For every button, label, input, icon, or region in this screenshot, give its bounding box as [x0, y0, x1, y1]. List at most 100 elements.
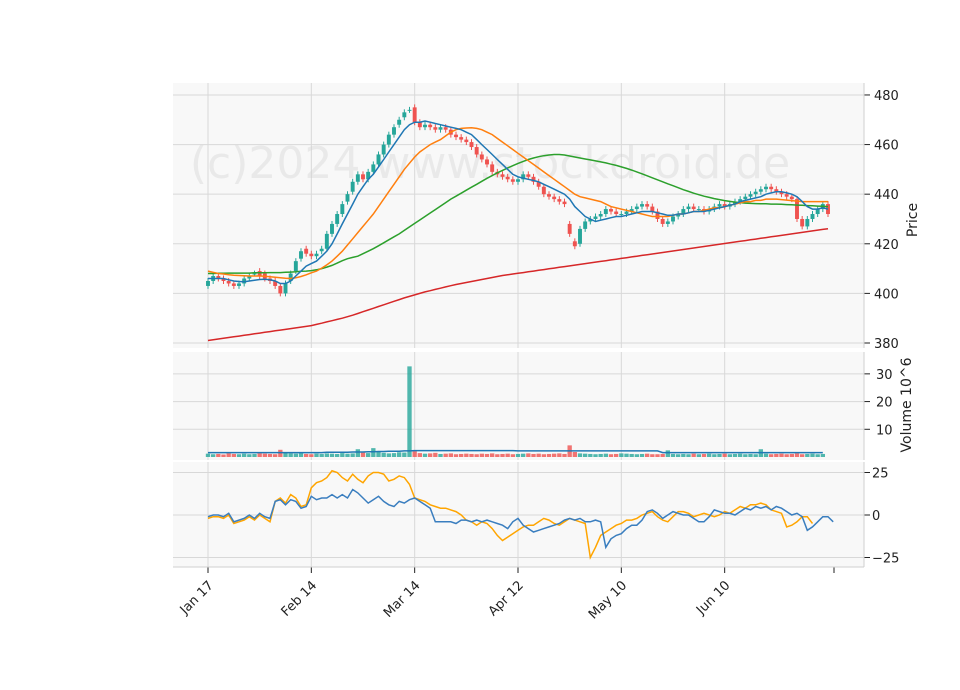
volume-bar — [288, 453, 293, 457]
volume-bar — [619, 453, 624, 457]
volume-bar — [407, 366, 412, 457]
candle-body — [397, 119, 402, 125]
candle-body — [371, 164, 376, 172]
price-axis-label: Price — [905, 203, 921, 237]
volume-bar — [562, 453, 567, 457]
volume-bar — [655, 454, 660, 457]
volume-bar — [314, 453, 319, 457]
candle-body — [299, 251, 303, 259]
candle-body — [454, 134, 458, 138]
candle-body — [474, 147, 479, 155]
candle-body — [510, 179, 515, 182]
price-tick-label: 420 — [874, 238, 899, 253]
volume-bar — [613, 453, 619, 457]
candle-body — [206, 280, 210, 286]
volume-bar — [226, 453, 231, 457]
volume-bar — [551, 453, 557, 457]
volume-bar — [298, 453, 304, 457]
candle-body — [469, 142, 474, 148]
candle-body — [640, 204, 644, 207]
volume-bar — [815, 454, 820, 457]
candle-body — [319, 248, 324, 252]
volume-bar — [257, 453, 262, 457]
volume-bar — [458, 453, 464, 457]
candle-body — [795, 199, 799, 219]
candle-body — [392, 127, 396, 135]
volume-bar — [717, 453, 722, 457]
volume-bar — [706, 453, 712, 457]
volume-bar — [464, 453, 469, 457]
volume-bar — [422, 453, 428, 457]
volume-bar — [810, 453, 815, 457]
candle-body — [645, 204, 650, 207]
volume-bar — [334, 453, 340, 457]
candle-body — [634, 206, 639, 210]
volume-bar — [515, 453, 521, 457]
volume-bar — [252, 453, 257, 457]
osc-tick-label: −25 — [872, 552, 899, 567]
volume-bar — [805, 453, 810, 457]
candle-body — [598, 214, 603, 217]
volume-bar — [278, 449, 283, 457]
volume-bar — [412, 451, 417, 457]
volume-bar — [360, 452, 366, 457]
volume-bar — [572, 452, 578, 457]
candle-body — [660, 218, 665, 224]
candle-body — [402, 112, 407, 118]
candle-body — [231, 283, 236, 286]
volume-bar — [577, 453, 583, 457]
volume-bar — [820, 453, 826, 457]
volume-bar — [350, 453, 355, 457]
volume-bar — [520, 453, 526, 457]
volume-bar — [794, 453, 800, 457]
volume-bar — [624, 453, 629, 457]
volume-bar — [241, 453, 247, 457]
x-tick-label: Mar 14 — [381, 578, 424, 621]
candle-body — [541, 186, 546, 195]
candle-body — [500, 174, 505, 177]
candle-body — [696, 209, 701, 211]
candle-body — [340, 204, 345, 215]
price-tick-label: 400 — [874, 287, 899, 302]
volume-bar — [479, 453, 485, 457]
candle-body — [355, 174, 360, 182]
volume-bar — [329, 453, 335, 457]
volume-bar — [732, 453, 738, 457]
candle-body — [526, 174, 531, 177]
volume-bar — [365, 453, 371, 457]
volume-bar — [210, 454, 216, 457]
volume-bar — [644, 453, 650, 457]
candle-body — [753, 191, 758, 195]
volume-bar — [639, 453, 645, 457]
volume-bar — [453, 454, 459, 457]
candle-body — [350, 181, 355, 192]
volume-bar — [247, 454, 252, 457]
candle-body — [428, 124, 433, 128]
volume-bar — [443, 453, 448, 457]
volume-bar — [588, 453, 593, 457]
volume-bar — [634, 454, 640, 457]
volume-bar — [670, 453, 676, 457]
candle-body — [583, 221, 588, 229]
candle-body — [562, 201, 567, 205]
volume-bar — [371, 448, 376, 457]
candle-body — [283, 283, 288, 294]
volume-bar — [686, 454, 691, 457]
volume-bar — [593, 454, 598, 457]
volume-bar — [221, 454, 226, 457]
volume-bar — [779, 453, 784, 457]
candle-body — [603, 209, 608, 215]
candle-body — [805, 218, 810, 227]
volume-bar — [546, 453, 552, 457]
volume-bar — [768, 454, 774, 457]
volume-bar — [598, 453, 603, 457]
volume-bar — [396, 452, 402, 457]
candle-body — [516, 179, 520, 182]
volume-bar — [608, 454, 614, 457]
candle-body — [593, 216, 598, 219]
volume-bar — [484, 453, 490, 457]
volume-bar — [345, 453, 350, 457]
price-tick-label: 480 — [874, 89, 899, 104]
candle-body — [412, 107, 417, 123]
volume-bar — [402, 452, 407, 457]
